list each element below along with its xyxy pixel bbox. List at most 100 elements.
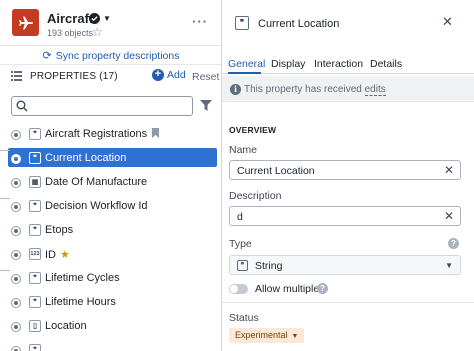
quote-string-icon: ❞ <box>29 272 41 284</box>
radio-icon[interactable] <box>11 226 21 236</box>
verified-icon <box>89 13 100 24</box>
airplane-icon <box>12 9 39 36</box>
id-number-icon: 123 <box>29 248 41 260</box>
clear-icon[interactable]: ✕ <box>444 163 454 177</box>
chevron-down-icon: ▼ <box>445 261 453 270</box>
search-icon <box>16 100 28 112</box>
quote-string-icon: ❞ <box>29 296 41 308</box>
plus-icon: + <box>152 69 164 81</box>
property-label: Aircraft Registrations <box>45 128 148 140</box>
radio-icon[interactable] <box>11 130 21 140</box>
description-label: Description <box>229 190 282 202</box>
allow-multiple-label: Allow multiple <box>255 283 320 295</box>
object-title: Aircraft <box>47 11 94 26</box>
property-label: Current Location <box>45 152 127 164</box>
description-value: d <box>237 211 243 223</box>
quote-string-icon: ❞ <box>237 260 248 271</box>
more-options-icon[interactable]: ··· <box>192 14 208 29</box>
property-label: Etops <box>45 224 74 236</box>
quote-string-icon: ❞ <box>235 16 249 30</box>
sync-label: Sync property descriptions <box>55 50 180 62</box>
edits-link[interactable]: edits <box>364 84 386 96</box>
quote-string-icon: ❞ <box>29 128 41 140</box>
radio-icon[interactable] <box>11 202 21 212</box>
detail-header: ❞ Current Location ✕ <box>222 0 474 46</box>
edits-notice: i This property has received edits <box>222 76 474 102</box>
connector-line <box>0 198 10 199</box>
type-value: String <box>255 260 283 272</box>
properties-title: PROPERTIES (17) <box>30 71 118 82</box>
radio-icon[interactable] <box>11 274 21 284</box>
chevron-down-icon: ▼ <box>291 333 299 340</box>
favorite-star-icon[interactable]: ☆ <box>92 25 103 39</box>
property-detail-panel: ❞ Current Location ✕ General Display Int… <box>222 0 474 351</box>
radio-icon[interactable] <box>11 298 21 308</box>
bookmark-icon <box>152 128 160 138</box>
notice-text: This property has received <box>244 84 365 95</box>
property-label: Date Of Manufacture <box>45 176 148 188</box>
property-row-current-location[interactable]: ❞ Current Location <box>0 148 221 169</box>
radio-icon[interactable] <box>11 322 21 332</box>
overview-heading: OVERVIEW <box>229 125 277 135</box>
description-field[interactable]: d ✕ <box>229 206 461 226</box>
property-label: Decision Workflow Id <box>45 200 148 212</box>
connector-line <box>0 150 10 151</box>
divider <box>222 302 474 303</box>
property-row-id[interactable]: 123 ID ★ <box>0 244 221 265</box>
quote-string-icon: ❞ <box>29 200 41 212</box>
quote-string-icon: ❞ <box>29 152 41 164</box>
property-row-lifetime-hours[interactable]: ❞ Lifetime Hours <box>0 292 221 313</box>
quote-string-icon: ❞ <box>29 344 41 351</box>
radio-icon[interactable] <box>11 154 21 164</box>
property-row-decision-workflow-id[interactable]: ❞ Decision Workflow Id <box>0 196 221 217</box>
star-icon: ★ <box>60 249 70 261</box>
status-label: Status <box>229 312 259 324</box>
type-select[interactable]: ❞ String ▼ <box>229 255 461 275</box>
help-icon[interactable]: ? <box>448 238 459 249</box>
tab-display[interactable]: Display <box>271 58 305 70</box>
property-row-etops[interactable]: ❞ Etops <box>0 220 221 241</box>
object-menu-caret-icon[interactable]: ▼ <box>103 14 111 23</box>
help-icon[interactable]: ? <box>317 283 328 294</box>
property-label: Lifetime Cycles <box>45 272 120 284</box>
property-row-partial[interactable]: ❞ <box>0 340 221 351</box>
clear-icon[interactable]: ✕ <box>444 209 454 223</box>
type-label: Type <box>229 238 252 250</box>
radio-icon[interactable] <box>11 346 21 351</box>
status-badge[interactable]: Experimental ▼ <box>229 328 305 343</box>
detail-title: Current Location <box>258 18 340 30</box>
property-label: Lifetime Hours <box>45 296 116 308</box>
properties-panel: Aircraft ▼ 193 objects ☆ ··· ⟳ Sync prope… <box>0 0 222 351</box>
property-label: ID <box>45 249 56 261</box>
object-header: Aircraft ▼ 193 objects ☆ ··· <box>0 0 221 44</box>
property-row-date-of-manufacture[interactable]: ▦ Date Of Manufacture <box>0 172 221 193</box>
properties-header: PROPERTIES (17) + Add Reset <box>0 66 221 88</box>
tab-interaction[interactable]: Interaction <box>314 58 363 70</box>
object-count: 193 objects <box>47 28 94 38</box>
name-field[interactable]: Current Location ✕ <box>229 160 461 180</box>
document-icon: ▯ <box>29 320 41 332</box>
reset-button[interactable]: Reset <box>192 71 219 83</box>
sync-descriptions-button[interactable]: ⟳ Sync property descriptions <box>0 45 221 65</box>
add-property-button[interactable]: + Add <box>152 69 186 81</box>
radio-icon[interactable] <box>11 250 21 260</box>
name-label: Name <box>229 144 258 156</box>
property-label: Location <box>45 320 87 332</box>
name-value: Current Location <box>237 165 315 177</box>
quote-string-icon: ❞ <box>29 224 41 236</box>
property-row-location[interactable]: ▯ Location <box>0 316 221 337</box>
property-row-aircraft-registrations[interactable]: ❞ Aircraft Registrations <box>0 124 221 145</box>
close-icon[interactable]: ✕ <box>442 14 453 30</box>
allow-multiple-toggle[interactable] <box>229 284 248 294</box>
calendar-icon: ▦ <box>29 176 41 188</box>
tab-general[interactable]: General <box>228 58 265 70</box>
active-tab-indicator <box>228 72 261 74</box>
list-icon <box>11 71 22 81</box>
radio-icon[interactable] <box>11 178 21 188</box>
filter-icon[interactable] <box>200 100 212 111</box>
property-row-lifetime-cycles[interactable]: ❞ Lifetime Cycles <box>0 268 221 289</box>
property-search-input[interactable] <box>11 96 193 116</box>
info-icon: i <box>230 84 241 95</box>
status-value: Experimental <box>235 330 288 340</box>
tab-details[interactable]: Details <box>370 58 402 70</box>
